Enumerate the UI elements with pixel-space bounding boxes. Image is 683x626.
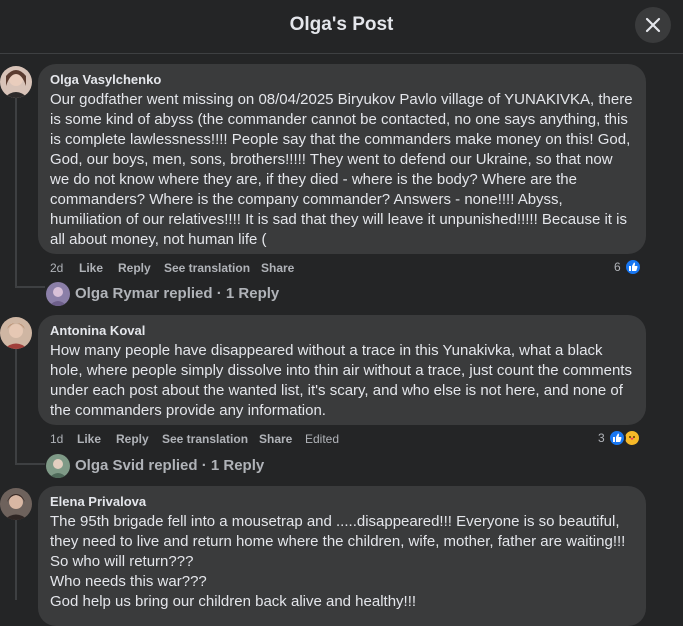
see-translation-link[interactable]: See translation — [164, 260, 250, 276]
comment-bubble: Antonina Koval How many people have disa… — [38, 315, 646, 425]
like-reaction-icon — [624, 258, 642, 276]
comment-text-line: The 95th brigade fell into a mousetrap a… — [50, 513, 620, 530]
comment-author[interactable]: Olga Vasylchenko — [50, 72, 634, 88]
view-replies-link[interactable]: Olga Rymar replied · 1 Reply — [46, 282, 286, 306]
share-button[interactable]: Share — [261, 260, 294, 276]
close-button[interactable] — [635, 7, 671, 43]
close-icon — [645, 17, 661, 33]
reaction-count: 3 — [598, 431, 605, 445]
thread-line — [15, 520, 17, 600]
comment-text: How many people have disappeared without… — [50, 342, 632, 419]
replies-text: Olga Svid replied · 1 Reply — [75, 457, 265, 474]
comment-bubble: Olga Vasylchenko Our godfather went miss… — [38, 64, 646, 254]
reaction-summary[interactable]: 6 — [613, 258, 645, 276]
reaction-summary[interactable]: 3 — [597, 429, 645, 447]
scrollbar[interactable] — [679, 55, 683, 600]
reply-button[interactable]: Reply — [116, 431, 149, 447]
avatar[interactable] — [0, 66, 32, 98]
post-dialog-header: Olga's Post — [0, 0, 683, 54]
comment-text: Our godfather went missing on 08/04/2025… — [50, 91, 633, 248]
comment-author[interactable]: Antonina Koval — [50, 323, 634, 339]
like-reaction-icon — [608, 429, 626, 447]
view-replies-link[interactable]: Olga Svid replied · 1 Reply — [46, 454, 286, 478]
replier-avatar — [46, 282, 70, 306]
reply-button[interactable]: Reply — [118, 260, 151, 276]
comment-text: The 95th brigade fell into a mousetrap a… — [50, 512, 634, 612]
comment-text-line: God help us bring our children back aliv… — [50, 593, 417, 610]
dialog-title: Olga's Post — [289, 14, 394, 35]
comment-timestamp[interactable]: 2d — [50, 260, 63, 276]
replies-text: Olga Rymar replied · 1 Reply — [75, 285, 280, 302]
comment-bubble: Elena Privalova The 95th brigade fell in… — [38, 486, 646, 626]
comment-timestamp[interactable]: 1d — [50, 431, 63, 447]
thread-line — [15, 286, 45, 288]
thread-line — [15, 463, 45, 465]
like-button[interactable]: Like — [79, 260, 103, 276]
like-button[interactable]: Like — [77, 431, 101, 447]
thread-line — [15, 98, 17, 288]
see-translation-link[interactable]: See translation — [162, 431, 248, 447]
comment-actions: 2d Like Reply See translation Share — [50, 260, 350, 276]
edited-label: Edited — [305, 432, 340, 446]
avatar[interactable] — [0, 317, 32, 349]
avatar[interactable] — [0, 488, 32, 520]
share-button[interactable]: Share — [259, 431, 292, 447]
comment-author[interactable]: Elena Privalova — [50, 494, 634, 510]
comment-text-line: Who needs this war??? — [50, 573, 207, 590]
comment-actions: 1d Like Reply See translation Share Edit… — [50, 431, 370, 447]
comment-text-line: they need to live and return home where … — [50, 533, 626, 550]
reaction-count: 6 — [614, 260, 621, 274]
replier-avatar — [46, 454, 70, 478]
comment-text-line: So who will return??? — [50, 553, 194, 570]
thread-line — [15, 349, 17, 465]
